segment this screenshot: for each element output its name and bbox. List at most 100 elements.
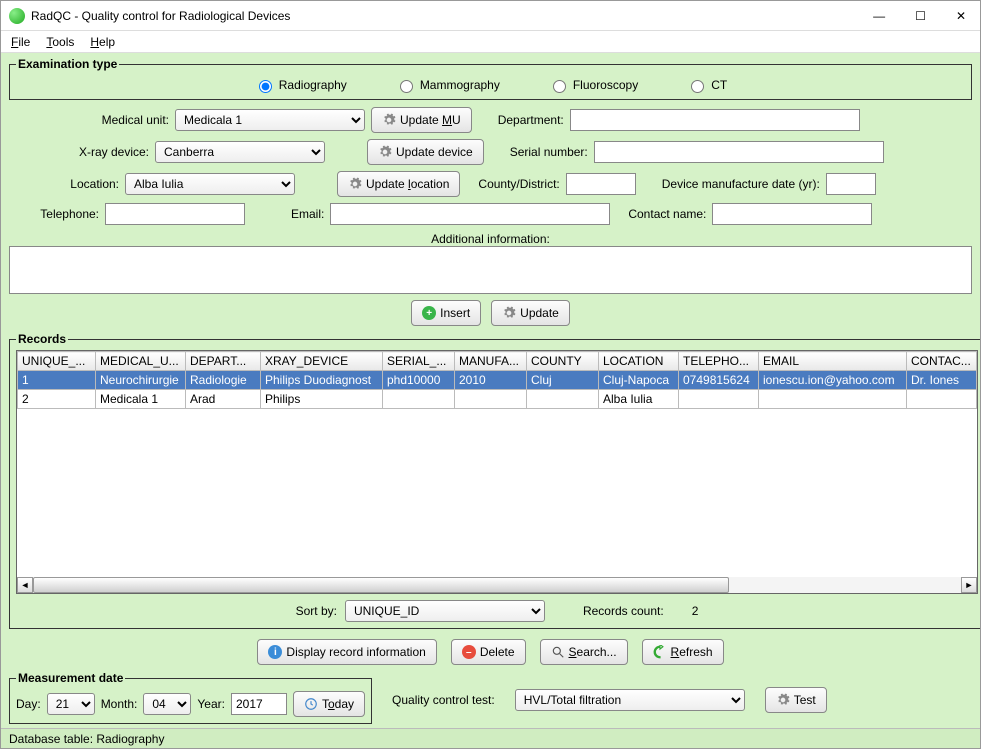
table-cell bbox=[383, 390, 455, 409]
table-cell: Cluj bbox=[527, 371, 599, 390]
records-count-label: Records count: bbox=[583, 604, 664, 618]
table-cell: Arad bbox=[186, 390, 261, 409]
day-label: Day: bbox=[16, 697, 41, 711]
sort-by-select[interactable]: UNIQUE_ID bbox=[345, 600, 545, 622]
telephone-input[interactable] bbox=[105, 203, 245, 225]
xray-device-select[interactable]: Canberra bbox=[155, 141, 325, 163]
update-button[interactable]: Update bbox=[491, 300, 570, 326]
refresh-button[interactable]: Refresh bbox=[642, 639, 724, 665]
display-record-button[interactable]: iDisplay record information bbox=[257, 639, 436, 665]
day-select[interactable]: 21 bbox=[47, 693, 95, 715]
contact-name-input[interactable] bbox=[712, 203, 872, 225]
serial-number-label: Serial number: bbox=[510, 145, 588, 159]
records-group: Records UNIQUE_...MEDICAL_U...DEPART...X… bbox=[9, 332, 980, 629]
column-header[interactable]: SERIAL_... bbox=[383, 352, 455, 371]
column-header[interactable]: CONTAC... bbox=[907, 352, 977, 371]
table-cell: 2 bbox=[18, 390, 96, 409]
update-device-button[interactable]: Update device bbox=[367, 139, 484, 165]
titlebar: RadQC - Quality control for Radiological… bbox=[1, 1, 980, 31]
records-table-wrap: UNIQUE_...MEDICAL_U...DEPART...XRAY_DEVI… bbox=[16, 350, 978, 594]
scroll-thumb[interactable] bbox=[33, 577, 729, 593]
table-cell bbox=[679, 390, 759, 409]
additional-info-label: Additional information: bbox=[9, 232, 972, 246]
location-label: Location: bbox=[9, 177, 119, 191]
table-cell: phd10000 bbox=[383, 371, 455, 390]
examination-type-group: Examination type Radiography Mammography… bbox=[9, 57, 972, 100]
statusbar: Database table: Radiography bbox=[1, 728, 980, 748]
delete-icon: – bbox=[462, 645, 476, 659]
table-cell: Philips bbox=[261, 390, 383, 409]
table-row[interactable]: 2Medicala 1AradPhilipsAlba Iulia bbox=[18, 390, 977, 409]
column-header[interactable]: TELEPHO... bbox=[679, 352, 759, 371]
sort-by-label: Sort by: bbox=[296, 604, 337, 618]
insert-button[interactable]: +Insert bbox=[411, 300, 481, 326]
update-location-button[interactable]: Update location bbox=[337, 171, 460, 197]
qc-test-select[interactable]: HVL/Total filtration bbox=[515, 689, 745, 711]
maximize-button[interactable]: ☐ bbox=[909, 7, 932, 25]
radio-radiography[interactable]: Radiography bbox=[254, 77, 347, 93]
today-button[interactable]: Today bbox=[293, 691, 365, 717]
search-icon bbox=[551, 645, 565, 659]
menu-help[interactable]: Help bbox=[90, 35, 115, 49]
plus-icon: + bbox=[422, 306, 436, 320]
app-window: RadQC - Quality control for Radiological… bbox=[0, 0, 981, 749]
medical-unit-select[interactable]: Medicala 1 bbox=[175, 109, 365, 131]
menu-file[interactable]: File bbox=[11, 35, 30, 49]
month-label: Month: bbox=[101, 697, 138, 711]
measurement-date-group: Measurement date Day: 21 Month: 04 Year:… bbox=[9, 671, 372, 724]
table-cell: Neurochirurgie bbox=[96, 371, 186, 390]
table-row[interactable]: 1NeurochirurgieRadiologiePhilips Duodiag… bbox=[18, 371, 977, 390]
column-header[interactable]: UNIQUE_... bbox=[18, 352, 96, 371]
status-text: Database table: Radiography bbox=[9, 732, 164, 746]
table-cell: ionescu.ion@yahoo.com bbox=[759, 371, 907, 390]
gear-icon bbox=[378, 145, 392, 159]
update-mu-button[interactable]: Update MU bbox=[371, 107, 472, 133]
column-header[interactable]: XRAY_DEVICE bbox=[261, 352, 383, 371]
delete-button[interactable]: –Delete bbox=[451, 639, 526, 665]
manufacture-date-input[interactable] bbox=[826, 173, 876, 195]
table-cell: Cluj-Napoca bbox=[599, 371, 679, 390]
horizontal-scrollbar[interactable]: ◄ ► bbox=[17, 577, 977, 593]
table-cell: 2010 bbox=[455, 371, 527, 390]
column-header[interactable]: COUNTY bbox=[527, 352, 599, 371]
radio-mammography[interactable]: Mammography bbox=[395, 77, 500, 93]
year-input[interactable] bbox=[231, 693, 287, 715]
table-cell: Radiologie bbox=[186, 371, 261, 390]
county-input[interactable] bbox=[566, 173, 636, 195]
contact-name-label: Contact name: bbox=[628, 207, 706, 221]
menubar: File Tools Help bbox=[1, 31, 980, 53]
serial-number-input[interactable] bbox=[594, 141, 884, 163]
table-cell bbox=[455, 390, 527, 409]
column-header[interactable]: LOCATION bbox=[599, 352, 679, 371]
column-header[interactable]: MANUFA... bbox=[455, 352, 527, 371]
column-header[interactable]: EMAIL bbox=[759, 352, 907, 371]
department-input[interactable] bbox=[570, 109, 860, 131]
minimize-button[interactable]: — bbox=[867, 7, 891, 25]
close-button[interactable]: ✕ bbox=[950, 7, 972, 25]
month-select[interactable]: 04 bbox=[143, 693, 191, 715]
year-label: Year: bbox=[197, 697, 225, 711]
radio-fluoroscopy[interactable]: Fluoroscopy bbox=[548, 77, 638, 93]
email-input[interactable] bbox=[330, 203, 610, 225]
records-table[interactable]: UNIQUE_...MEDICAL_U...DEPART...XRAY_DEVI… bbox=[17, 351, 977, 409]
table-cell: 1 bbox=[18, 371, 96, 390]
test-button[interactable]: Test bbox=[765, 687, 827, 713]
gear-icon bbox=[348, 177, 362, 191]
app-icon bbox=[9, 8, 25, 24]
column-header[interactable]: DEPART... bbox=[186, 352, 261, 371]
location-select[interactable]: Alba Iulia bbox=[125, 173, 295, 195]
table-cell bbox=[527, 390, 599, 409]
column-header[interactable]: MEDICAL_U... bbox=[96, 352, 186, 371]
xray-device-label: X-ray device: bbox=[9, 145, 149, 159]
menu-tools[interactable]: Tools bbox=[46, 35, 74, 49]
records-legend: Records bbox=[16, 332, 68, 346]
medical-unit-label: Medical unit: bbox=[9, 113, 169, 127]
scroll-right-icon[interactable]: ► bbox=[961, 577, 977, 593]
window-title: RadQC - Quality control for Radiological… bbox=[31, 9, 867, 23]
manufacture-date-label: Device manufacture date (yr): bbox=[662, 177, 820, 191]
radio-ct[interactable]: CT bbox=[686, 77, 727, 93]
additional-info-textarea[interactable] bbox=[9, 246, 972, 294]
search-button[interactable]: Search... bbox=[540, 639, 628, 665]
gear-icon bbox=[502, 306, 516, 320]
scroll-left-icon[interactable]: ◄ bbox=[17, 577, 33, 593]
